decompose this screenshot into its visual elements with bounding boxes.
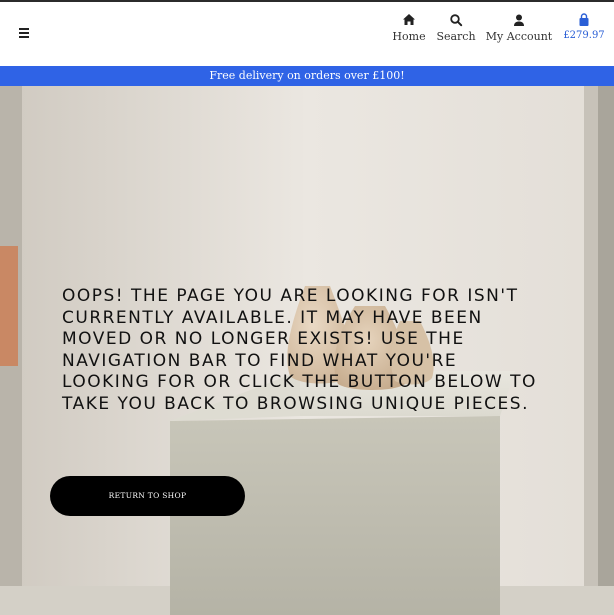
nav-home-link[interactable]: Home [390, 12, 428, 48]
site-header: Home Search My Account £279.97 [0, 2, 614, 66]
user-icon [514, 14, 524, 26]
shopping-bag-icon [579, 13, 589, 26]
hero-section: Oops! The page you are looking for isn't… [0, 86, 614, 615]
nav-cart-link[interactable]: £279.97 [562, 12, 606, 48]
nav-home-label: Home [392, 30, 426, 43]
hamburger-menu-icon[interactable] [19, 28, 31, 40]
cart-total: £279.97 [563, 30, 605, 41]
nav-account-link[interactable]: My Account [484, 12, 554, 48]
search-icon [450, 14, 463, 27]
nav-account-label: My Account [485, 30, 553, 43]
promo-banner: Free delivery on orders over £100! [0, 66, 614, 86]
nav-search-label: Search [436, 30, 476, 43]
home-icon [403, 14, 415, 25]
return-to-shop-button[interactable]: RETURN TO SHOP [50, 476, 245, 516]
nav-search-link[interactable]: Search [435, 12, 477, 48]
error-message: Oops! The page you are looking for isn't… [62, 286, 537, 414]
